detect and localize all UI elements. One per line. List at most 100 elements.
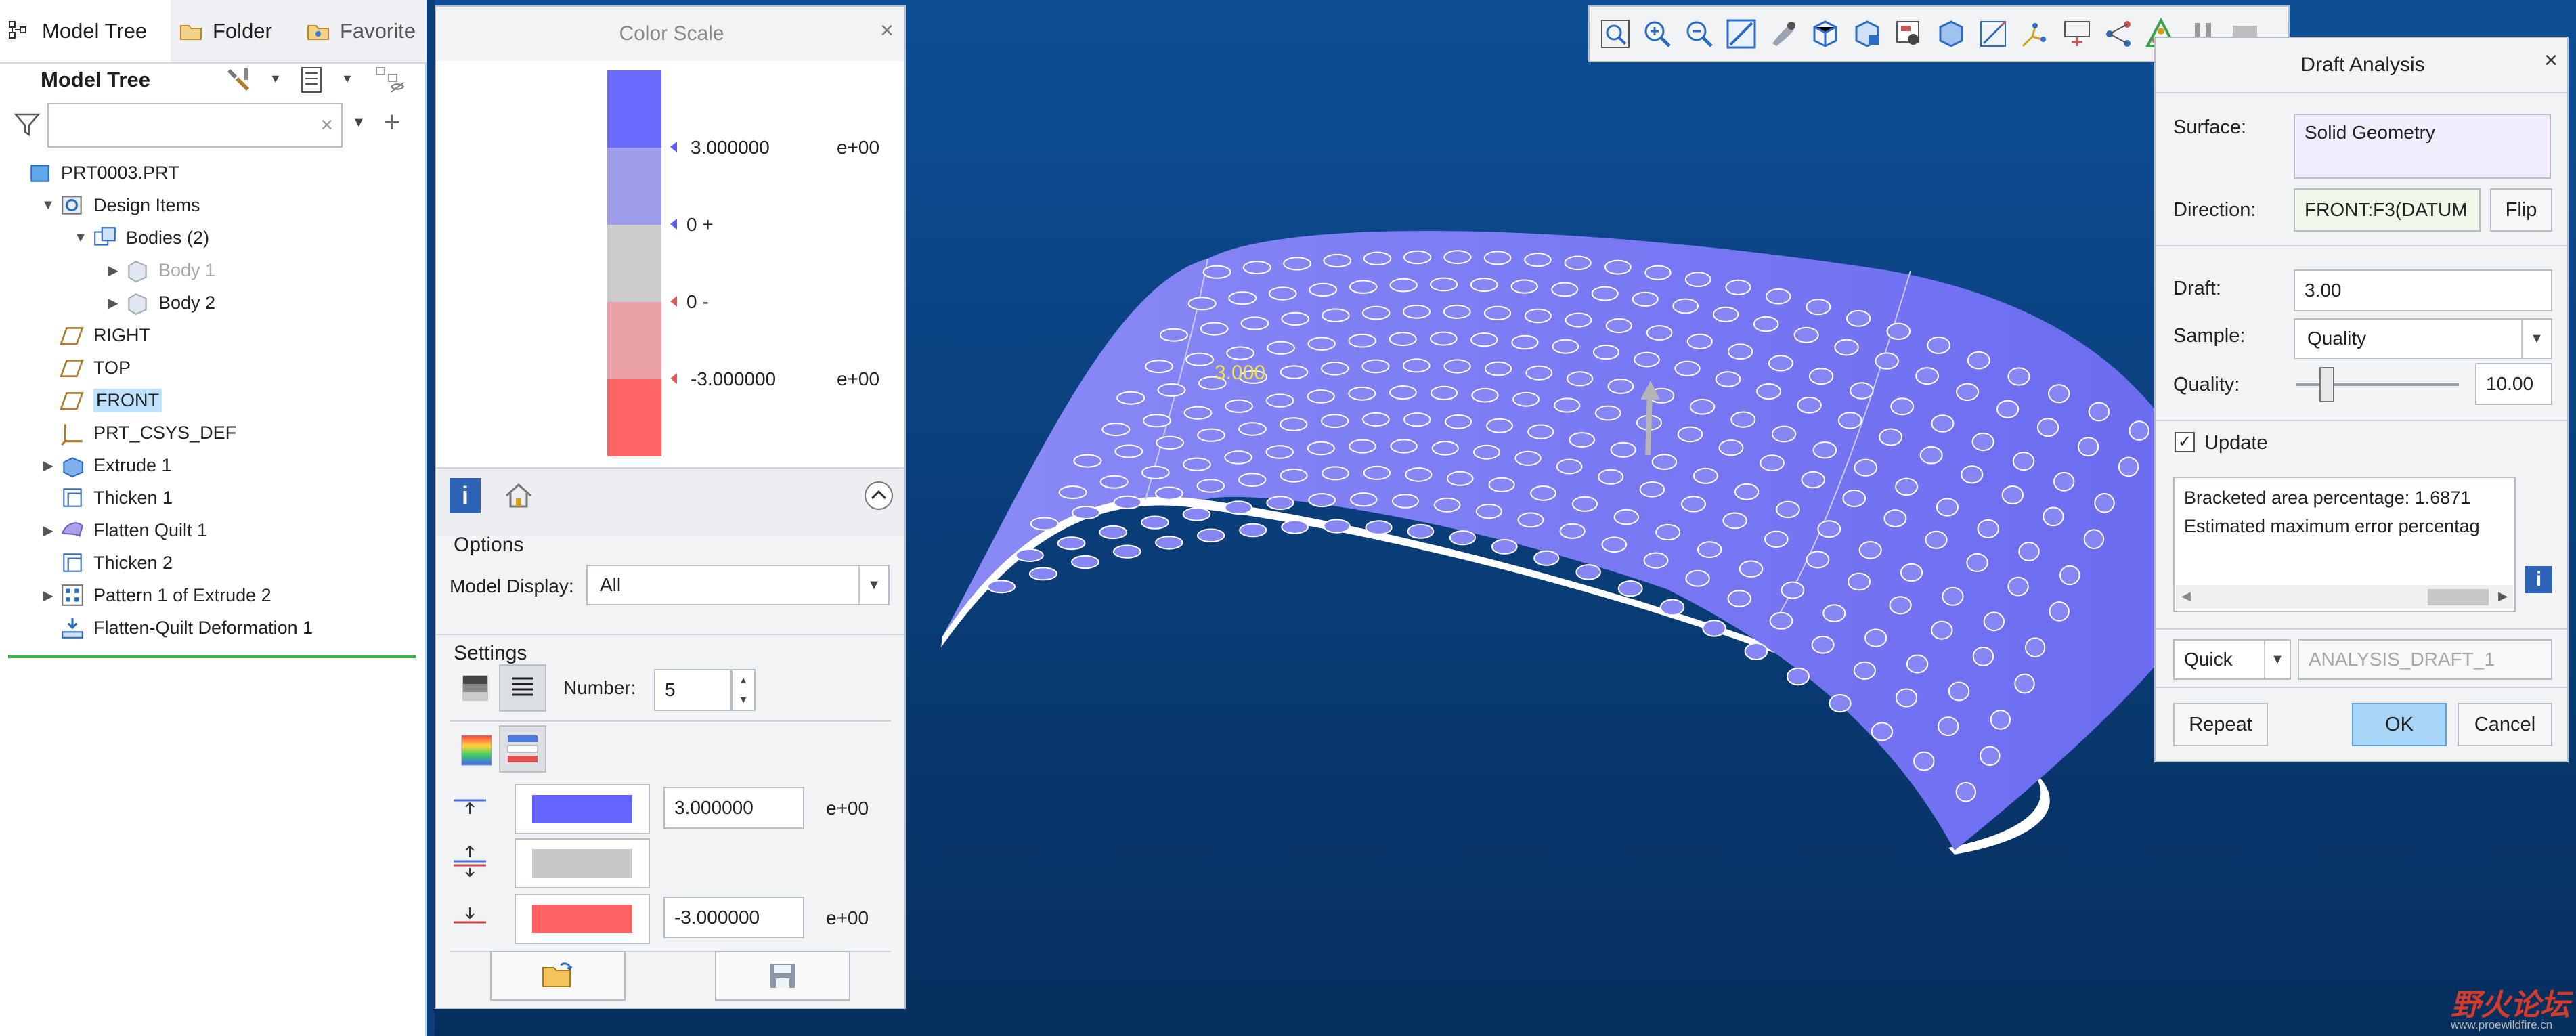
tree-item[interactable]: ▶ Pattern 1 of Extrude 2 xyxy=(37,580,271,611)
tree-show-hidden-icon[interactable] xyxy=(374,64,406,96)
tree-item[interactable]: Flatten-Quilt Deformation 1 xyxy=(37,612,313,643)
hole xyxy=(1787,667,1810,686)
cancel-button[interactable]: Cancel xyxy=(2458,703,2552,746)
tree-item[interactable]: ▶ Body 2 xyxy=(102,287,215,318)
expand-arrow-icon[interactable]: ▶ xyxy=(37,457,60,474)
save-scale-button[interactable] xyxy=(715,951,850,1001)
tree-item[interactable]: ▶ Body 1 xyxy=(102,255,215,286)
draft-input[interactable]: 3.00 xyxy=(2294,269,2552,311)
number-input[interactable]: 5 xyxy=(654,669,731,711)
scroll-right-icon[interactable]: ▶ xyxy=(2498,589,2508,603)
tab-favorites[interactable]: Favorite xyxy=(298,0,427,62)
datum-plane-icon xyxy=(60,327,84,345)
tree-columns-dropdown-icon[interactable]: ▼ xyxy=(341,72,353,86)
results-info-icon[interactable]: i xyxy=(2525,566,2552,593)
max-color-picker[interactable] xyxy=(515,784,650,834)
hole xyxy=(1685,569,1710,587)
analysis-name-input[interactable]: ANALYSIS_DRAFT_1 xyxy=(2298,639,2552,680)
tree-item[interactable]: PRT_CSYS_DEF xyxy=(37,417,236,448)
clear-search-icon[interactable]: × xyxy=(320,112,333,137)
scale-max-value[interactable]: 3.000000 xyxy=(680,131,831,165)
spin-center-icon[interactable] xyxy=(2059,16,2095,51)
spectrum-palette-icon[interactable] xyxy=(456,730,497,771)
expand-arrow-icon[interactable]: ▶ xyxy=(37,587,60,604)
tree-item[interactable]: ▼ Bodies (2) xyxy=(69,222,209,253)
tree-item[interactable]: PRT0003.PRT xyxy=(4,157,179,188)
info-icon[interactable]: i xyxy=(450,478,481,513)
min-color-picker[interactable] xyxy=(515,894,650,944)
collapse-arrow-icon[interactable]: ▼ xyxy=(37,198,60,213)
perspective-icon[interactable] xyxy=(1892,16,1927,51)
banded-scale-icon[interactable] xyxy=(498,664,547,712)
min-value-input[interactable]: -3.000000 xyxy=(663,897,804,938)
number-spinner[interactable]: ▲ ▼ xyxy=(731,669,756,711)
search-dropdown-icon[interactable]: ▼ xyxy=(352,115,366,131)
tree-columns-icon[interactable] xyxy=(297,64,329,96)
datum-display-icon[interactable] xyxy=(2017,16,2053,51)
hole xyxy=(1769,611,1793,630)
tree-settings-icon[interactable] xyxy=(223,64,256,96)
ok-button[interactable]: OK xyxy=(2352,703,2447,746)
tree-settings-dropdown-icon[interactable]: ▼ xyxy=(269,72,282,86)
saved-orientations-icon[interactable] xyxy=(1808,16,1843,51)
collapse-icon[interactable] xyxy=(863,479,895,512)
display-style-icon[interactable] xyxy=(1766,16,1801,51)
expand-arrow-icon[interactable]: ▶ xyxy=(37,522,60,539)
continuous-scale-icon[interactable] xyxy=(456,669,497,710)
hole xyxy=(1895,688,1918,708)
filter-icon[interactable] xyxy=(14,111,41,138)
open-scale-button[interactable] xyxy=(490,951,626,1001)
tree-item[interactable]: TOP xyxy=(37,352,131,383)
scroll-thumb[interactable] xyxy=(2428,589,2489,605)
hole xyxy=(1990,710,2011,730)
settings-separator-1 xyxy=(450,720,891,722)
quality-input[interactable]: 10.00 xyxy=(2475,363,2552,405)
draft-analysis-close-icon[interactable]: × xyxy=(2544,47,2558,74)
hole xyxy=(1307,389,1335,404)
tab-folder[interactable]: Folder xyxy=(171,0,297,62)
datum-points-icon[interactable] xyxy=(2101,16,2137,51)
tree-item[interactable]: Thicken 1 xyxy=(37,482,173,513)
add-filter-icon[interactable]: + xyxy=(383,106,401,139)
repaint-icon[interactable] xyxy=(1724,16,1759,51)
tree-item[interactable]: FRONT xyxy=(37,385,162,416)
expand-arrow-icon[interactable]: ▶ xyxy=(102,295,125,311)
surface-collector[interactable]: Solid Geometry xyxy=(2294,114,2551,179)
flip-button[interactable]: Flip xyxy=(2490,188,2552,232)
refit-icon[interactable] xyxy=(1598,16,1633,51)
scale-min-value[interactable]: -3.000000 xyxy=(680,362,831,396)
mid-color-picker[interactable] xyxy=(515,838,650,888)
sample-select[interactable]: Quality ▼ xyxy=(2294,318,2552,359)
max-value-input[interactable]: 3.000000 xyxy=(663,787,804,829)
color-scale-close-icon[interactable]: × xyxy=(880,18,894,44)
tree-item[interactable]: ▶ Extrude 1 xyxy=(37,450,172,481)
hole xyxy=(2043,506,2064,527)
update-checkbox[interactable]: ✓ xyxy=(2175,432,2195,452)
tree-item[interactable]: ▶ Flatten Quilt 1 xyxy=(37,515,207,546)
hole xyxy=(1155,486,1183,500)
tree-search-input[interactable]: × xyxy=(47,103,343,148)
tree-item[interactable]: ▼ Design Items xyxy=(37,190,200,221)
hole xyxy=(1697,541,1722,558)
home-icon[interactable] xyxy=(501,478,536,513)
expand-arrow-icon[interactable]: ▶ xyxy=(102,262,125,279)
tree-item-label: Thicken 2 xyxy=(93,552,173,573)
view-manager-icon[interactable] xyxy=(1850,16,1885,51)
quality-slider-thumb[interactable] xyxy=(2319,367,2334,402)
hole xyxy=(1715,371,1741,387)
direction-collector[interactable]: FRONT:F3(DATUM xyxy=(2294,188,2481,232)
custom-palette-icon[interactable] xyxy=(498,725,547,773)
zoom-out-icon[interactable] xyxy=(1682,16,1717,51)
scroll-left-icon[interactable]: ◀ xyxy=(2181,589,2191,603)
repeat-button[interactable]: Repeat xyxy=(2173,703,2268,746)
tree-item[interactable]: Thicken 2 xyxy=(37,547,173,578)
results-scrollbar[interactable]: ◀ ▶ xyxy=(2176,585,2513,609)
collapse-arrow-icon[interactable]: ▼ xyxy=(69,230,92,246)
tab-model-tree[interactable]: Model Tree xyxy=(0,0,171,62)
mode-select[interactable]: Quick ▼ xyxy=(2173,639,2291,680)
section-icon[interactable] xyxy=(1934,16,1969,51)
zoom-in-icon[interactable] xyxy=(1640,16,1675,51)
annotation-display-icon[interactable] xyxy=(1975,16,2011,51)
model-display-select[interactable]: All ▼ xyxy=(586,565,890,605)
tree-item[interactable]: RIGHT xyxy=(37,320,150,351)
